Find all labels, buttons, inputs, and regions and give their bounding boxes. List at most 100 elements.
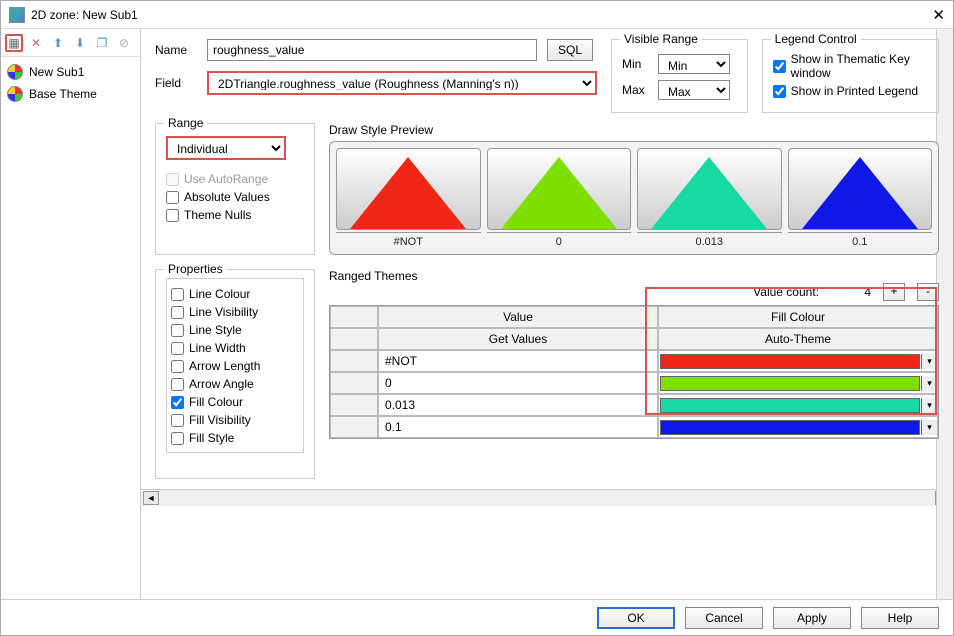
tree-item[interactable]: New Sub1 [5,61,136,83]
checkbox[interactable] [171,324,184,337]
titlebar: 2D zone: New Sub1 ✕ [1,1,953,29]
dropdown-icon[interactable]: ▾ [921,420,937,435]
checkbox[interactable] [773,60,786,73]
preview-swatch[interactable]: 0.1 [788,148,933,248]
checkbox[interactable] [171,360,184,373]
ranged-themes-label: Ranged Themes [329,269,939,283]
swatch-box [336,148,481,230]
scroll-left-icon[interactable]: ◄ [143,491,159,505]
property-item[interactable]: Arrow Length [171,359,299,373]
field-select[interactable]: 2DTriangle.roughness_value (Roughness (M… [207,71,597,95]
property-item[interactable]: Fill Visibility [171,413,299,427]
legend-control-group: Legend Control Show in Thematic Key wind… [762,39,939,113]
dropdown-icon[interactable]: ▾ [921,376,937,391]
absolute-values-checkbox[interactable]: Absolute Values [166,190,304,204]
draw-style-preview: Draw Style Preview #NOT 0 0.013 0.1 [329,123,939,255]
value-cell[interactable]: 0.1 [378,416,658,438]
property-label: Line Colour [189,287,250,301]
fill-colour-cell[interactable]: ▾ [658,372,938,394]
group-title: Visible Range [620,32,702,46]
property-item[interactable]: Line Visibility [171,305,299,319]
app-icon [9,7,25,23]
min-select[interactable]: Min [658,54,730,74]
dropdown-icon[interactable]: ▾ [921,354,937,369]
property-item[interactable]: Fill Colour [171,395,299,409]
value-cell[interactable]: 0.013 [378,394,658,416]
horizontal-scrollbar[interactable]: ◄ ► [141,489,953,506]
min-label: Min [622,57,650,71]
checkbox[interactable] [171,288,184,301]
use-autorange-checkbox: Use AutoRange [166,172,304,186]
move-up-button[interactable]: ⬆ [49,34,67,52]
max-select[interactable]: Max [658,80,730,100]
value-cell[interactable]: 0 [378,372,658,394]
swatch-label: 0.013 [637,232,782,248]
theme-nulls-checkbox[interactable]: Theme Nulls [166,208,304,222]
apply-button[interactable]: Apply [773,607,851,629]
checkbox[interactable] [171,414,184,427]
row-header[interactable] [330,350,378,372]
fill-colour-cell[interactable]: ▾ [658,416,938,438]
tree-item[interactable]: Base Theme [5,83,136,105]
property-item[interactable]: Line Style [171,323,299,337]
checkbox[interactable] [171,396,184,409]
cancel-button[interactable]: Cancel [685,607,763,629]
window-title: 2D zone: New Sub1 [31,8,905,22]
move-down-button[interactable]: ⬇ [71,34,89,52]
preview-label: Draw Style Preview [329,123,939,137]
swatch-label: #NOT [336,232,481,248]
side-toolbar: ▦ ✕ ⬆ ⬇ ❐ ⊘ [1,29,140,57]
property-label: Line Width [189,341,246,355]
property-label: Fill Visibility [189,413,251,427]
table-row: 0▾ [330,372,938,394]
copy-theme-button[interactable]: ❐ [93,34,111,52]
value-column-header: Value [378,306,658,328]
property-item[interactable]: Arrow Angle [171,377,299,391]
ok-button[interactable]: OK [597,607,675,629]
fill-colour-cell[interactable]: ▾ [658,394,938,416]
sql-button[interactable]: SQL [547,39,593,61]
close-icon[interactable]: ✕ [905,6,945,24]
checkbox[interactable] [171,378,184,391]
dropdown-icon[interactable]: ▾ [921,398,937,413]
color-bar [660,420,920,435]
triangle-icon [651,157,767,229]
show-key-checkbox[interactable]: Show in Thematic Key window [773,52,928,80]
preview-swatch[interactable]: 0.013 [637,148,782,248]
row-header[interactable] [330,394,378,416]
auto-theme-button[interactable]: Auto-Theme [658,328,938,350]
property-item[interactable]: Line Width [171,341,299,355]
checkbox[interactable] [171,306,184,319]
checkbox[interactable] [773,85,786,98]
add-theme-button[interactable]: ▦ [5,34,23,52]
range-group: Range Individual Use AutoRange Absolute … [155,123,315,255]
row-header[interactable] [330,416,378,438]
help-button[interactable]: Help [861,607,939,629]
group-title: Range [164,116,207,130]
fill-colour-cell[interactable]: ▾ [658,350,938,372]
preview-swatch[interactable]: #NOT [336,148,481,248]
preview-swatch[interactable]: 0 [487,148,632,248]
value-count-minus[interactable]: - [917,283,939,301]
checkbox[interactable] [166,191,179,204]
checkbox[interactable] [171,342,184,355]
value-count-label: Value count: [753,285,819,299]
get-values-button[interactable]: Get Values [378,328,658,350]
checkbox[interactable] [166,209,179,222]
name-input[interactable] [207,39,537,61]
value-count-plus[interactable]: + [883,283,905,301]
property-label: Fill Style [189,431,234,445]
delete-theme-button[interactable]: ✕ [27,34,45,52]
checkbox[interactable] [171,432,184,445]
row-header[interactable] [330,372,378,394]
property-item[interactable]: Fill Style [171,431,299,445]
range-mode-select[interactable]: Individual [166,136,286,160]
property-item[interactable]: Line Colour [171,287,299,301]
table-row: 0.1 ▾ [330,416,938,438]
value-cell[interactable]: #NOT [378,350,658,372]
show-printed-checkbox[interactable]: Show in Printed Legend [773,84,928,98]
color-bar [660,398,920,413]
disable-theme-button[interactable]: ⊘ [115,34,133,52]
property-label: Line Visibility [189,305,258,319]
swatch-box [487,148,632,230]
